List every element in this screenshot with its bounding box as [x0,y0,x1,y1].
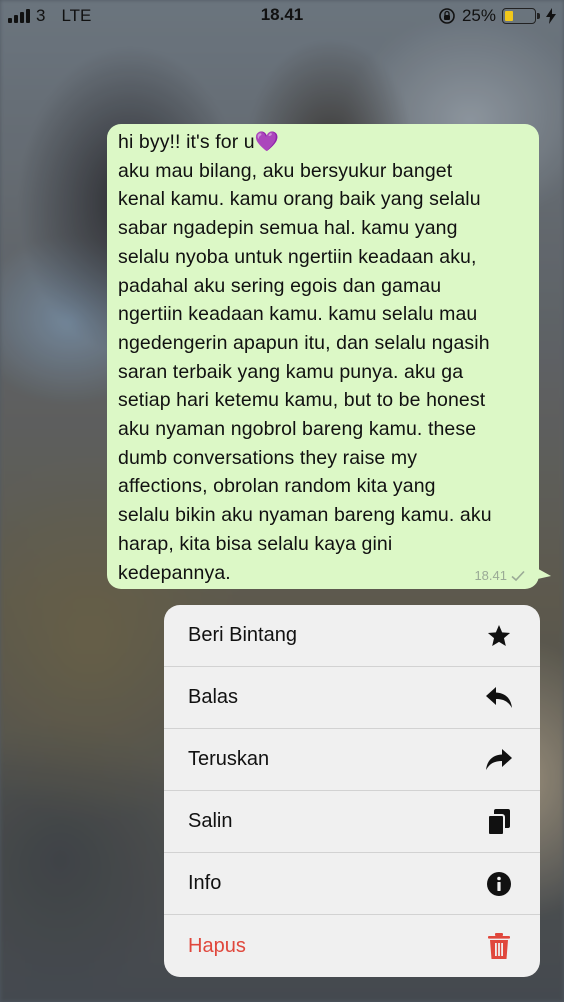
menu-item-reply[interactable]: Balas [164,667,540,729]
status-right: 25% [438,6,556,26]
forward-icon [484,745,514,775]
menu-item-star[interactable]: Beri Bintang [164,605,540,667]
bubble-tail [533,566,551,580]
message-line: padahal aku sering egois dan gamau [118,274,442,297]
menu-item-copy[interactable]: Salin [164,791,540,853]
battery-percent: 25% [461,6,496,25]
message-time: 18.41 [474,568,507,583]
star-icon [484,621,514,651]
message-line: kenal kamu. kamu orang baik yang selalu [118,188,481,211]
message-line: saran terbaik yang kamu punya. aku ga [118,360,464,383]
menu-item-label: Balas [188,686,239,708]
message-line: aku mau bilang, aku bersyukur banget [118,159,453,182]
message-line: hi byy!! it's for u💜 [118,131,280,153]
message-line: sabar ngadepin semua hal. kamu yang [118,217,458,240]
message-line: selalu nyoba untuk ngertiin keadaan aku, [118,245,477,268]
charging-icon [546,8,556,24]
message-line: harap, kita bisa selalu kaya gini [118,532,393,555]
reply-icon [484,683,514,713]
message-line: selalu bikin aku nyaman bareng kamu. aku [118,504,492,527]
battery-icon [502,8,540,24]
status-bar: 3 LTE 18.41 25% [0,0,564,32]
info-icon [484,869,514,899]
battery-fill [505,11,513,21]
menu-item-label: Hapus [188,934,246,957]
check-icon [511,570,525,581]
message-bubble[interactable]: hi byy!! it's for u💜 aku mau bilang, aku … [107,124,539,589]
rotation-lock-icon [439,8,455,24]
message-text: hi byy!! it's for u💜 aku mau bilang, aku … [118,128,529,587]
message-line: ngertiin keadaan kamu. kamu selalu mau [118,303,478,326]
trash-icon [484,931,514,961]
menu-item-info[interactable]: Info [164,853,540,915]
menu-item-label: Beri Bintang [188,624,297,646]
message-line: ngedengerin apapun itu, dan selalu ngasi… [118,331,490,354]
message-context-menu: Beri Bintang Balas Teruskan Salin Info H… [164,605,540,977]
copy-icon [484,807,514,837]
menu-item-label: Teruskan [188,748,270,770]
message-line: aku nyaman ngobrol bareng kamu. these [118,418,477,441]
menu-item-label: Info [188,872,222,894]
message-line: dumb conversations they raise my [118,446,418,469]
message-line: kedepannya. [118,561,231,584]
menu-item-delete[interactable]: Hapus [164,915,540,977]
message-line: setiap hari ketemu kamu, but to be hones… [118,389,486,412]
message-line: affections, obrolan random kita yang [118,475,436,498]
message-meta: 18.41 [474,568,525,583]
menu-item-label: Salin [188,810,233,832]
menu-item-forward[interactable]: Teruskan [164,729,540,791]
